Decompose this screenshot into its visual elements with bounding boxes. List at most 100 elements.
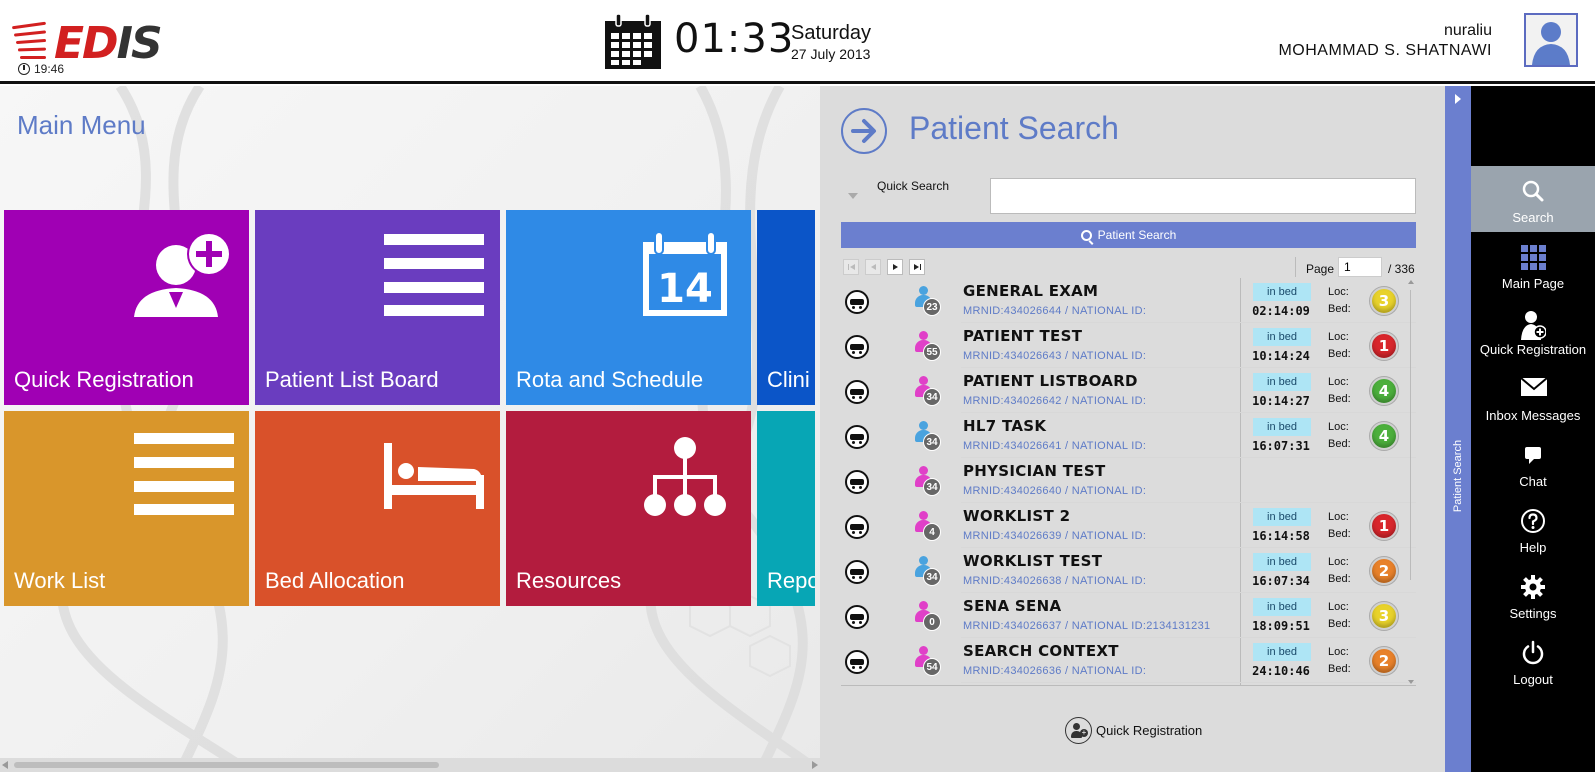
scroll-left-arrow-icon[interactable] — [2, 761, 8, 769]
main-menu-area: Main Menu Quick Registration Patient Lis… — [0, 86, 820, 772]
logo-text: EDIS — [54, 18, 163, 69]
patient-name[interactable]: SENA SENA — [963, 597, 1061, 615]
header-day: Saturday — [791, 22, 872, 44]
status-badge: in bed — [1253, 643, 1311, 661]
nav-help[interactable]: Help — [1471, 496, 1595, 562]
patient-row[interactable]: 55 PATIENT TEST MRNID:434026643 / NATIONAL… — [841, 323, 1416, 368]
patient-name[interactable]: PHYSICIAN TEST — [963, 462, 1105, 480]
row-divider — [1240, 368, 1241, 413]
age-badge: 0 — [923, 613, 941, 631]
ambulance-icon — [845, 335, 869, 359]
arrow-right-circle-icon[interactable] — [841, 108, 887, 154]
tile-quick-registration[interactable]: Quick Registration — [4, 210, 249, 405]
tile-reports[interactable]: Repo — [757, 411, 815, 606]
patient-search-panel: Patient Search Quick Search Patient Sear… — [820, 86, 1445, 772]
bed-label: Bed: — [1328, 618, 1351, 630]
patient-search-side-tab[interactable]: Patient Search — [1445, 86, 1471, 772]
patient-ids: MRNID:434026640 / NATIONAL ID: — [963, 485, 1147, 497]
next-page-button[interactable] — [887, 259, 903, 275]
patient-name[interactable]: GENERAL EXAM — [963, 282, 1098, 300]
patient-row[interactable]: 23 GENERAL EXAM MRNID:434026644 / NATIONAL… — [841, 278, 1416, 323]
bed-label: Bed: — [1328, 393, 1351, 405]
nav-quick-registration[interactable]: Quick Registration — [1471, 298, 1595, 364]
tile-bed-allocation[interactable]: Bed Allocation — [255, 411, 500, 606]
session-timer: 19:46 — [18, 62, 64, 76]
location-label: Loc: — [1328, 421, 1349, 433]
age-badge: 54 — [923, 658, 941, 676]
age-badge: 55 — [923, 343, 941, 361]
female-patient-icon: 55 — [915, 331, 941, 361]
location-label: Loc: — [1328, 286, 1349, 298]
scroll-down-arrow-icon[interactable] — [1408, 680, 1414, 684]
chevron-down-icon[interactable] — [848, 193, 858, 199]
nav-label: Search — [1512, 210, 1554, 225]
tile-work-list[interactable]: Work List — [4, 411, 249, 606]
user-silhouette-icon — [1526, 15, 1576, 65]
page-number-input[interactable] — [1338, 257, 1382, 277]
acuity-level-badge: 4 — [1370, 422, 1398, 450]
quick-search-label: Quick Search — [877, 179, 950, 193]
nav-label: Logout — [1513, 672, 1553, 687]
scroll-right-arrow-icon[interactable] — [812, 761, 818, 769]
nav-label: Quick Registration — [1479, 342, 1587, 357]
tile-resources[interactable]: Resources — [506, 411, 751, 606]
panel-title: Patient Search — [909, 110, 1119, 146]
scroll-up-arrow-icon[interactable] — [1408, 280, 1414, 284]
stopwatch-icon — [18, 63, 30, 75]
avatar[interactable] — [1524, 13, 1578, 67]
patient-row[interactable]: AHMET KAMILEin bedLoc: — [841, 683, 1416, 685]
patient-name[interactable]: WORKLIST TEST — [963, 552, 1102, 570]
right-sidebar: Search Main Page Quick Registration Inbox M… — [1471, 86, 1595, 772]
hierarchy-icon — [644, 437, 726, 516]
quick-registration-link[interactable]: + Quick Registration — [1065, 717, 1202, 744]
elapsed-time: 24:10:46 — [1252, 664, 1310, 678]
nav-inbox-messages[interactable]: Inbox Messages — [1471, 364, 1595, 430]
status-badge: in bed — [1253, 373, 1311, 391]
patient-row[interactable]: 34 PATIENT LISTBOARD MRNID:434026642 / NAT… — [841, 368, 1416, 413]
prev-page-button[interactable] — [865, 259, 881, 275]
acuity-level-badge: 2 — [1370, 557, 1398, 585]
ambulance-icon — [845, 605, 869, 629]
patient-name[interactable]: PATIENT TEST — [963, 327, 1082, 345]
scroll-track[interactable] — [1410, 290, 1411, 580]
quick-search-input[interactable] — [990, 178, 1416, 214]
nav-main-page[interactable]: Main Page — [1471, 232, 1595, 298]
nav-search[interactable]: Search — [1471, 166, 1595, 232]
nav-logout[interactable]: Logout — [1471, 628, 1595, 694]
list-icon — [384, 234, 484, 316]
acuity-level-badge: 2 — [1370, 647, 1398, 675]
patient-row[interactable]: 34 PHYSICIAN TEST MRNID:434026640 / NATION… — [841, 458, 1416, 503]
patient-name[interactable]: WORKLIST 2 — [963, 507, 1070, 525]
collapse-arrow-icon[interactable] — [1455, 94, 1461, 104]
scroll-thumb[interactable] — [14, 762, 439, 768]
status-badge: in bed — [1253, 508, 1311, 526]
elapsed-time: 10:14:27 — [1252, 394, 1310, 408]
row-divider — [1240, 458, 1241, 503]
ambulance-icon — [845, 290, 869, 314]
patient-row[interactable]: 34 WORKLIST TEST MRNID:434026638 / NATIONA… — [841, 548, 1416, 593]
patient-row[interactable]: 54 SEARCH CONTEXT MRNID:434026636 / NATION… — [841, 638, 1416, 683]
vertical-scrollbar[interactable] — [1407, 280, 1415, 686]
tile-patient-list-board[interactable]: Patient List Board — [255, 210, 500, 405]
patient-row[interactable]: 4 WORKLIST 2 MRNID:434026639 / NATIONAL ID… — [841, 503, 1416, 548]
bed-label: Bed: — [1328, 348, 1351, 360]
horizontal-scrollbar[interactable] — [0, 758, 820, 772]
username: nuraliu — [1443, 22, 1492, 39]
tile-rota-and-schedule[interactable]: 14 Rota and Schedule — [506, 210, 751, 405]
patient-name[interactable]: HL7 TASK — [963, 417, 1046, 435]
last-page-button[interactable] — [909, 259, 925, 275]
elapsed-time: 16:07:31 — [1252, 439, 1310, 453]
nav-chat[interactable]: Chat — [1471, 430, 1595, 496]
patient-row[interactable]: 0 SENA SENA MRNID:434026637 / NATIONAL ID:… — [841, 593, 1416, 638]
tile-label: Rota and Schedule — [516, 367, 704, 392]
patient-name[interactable]: SEARCH CONTEXT — [963, 642, 1119, 660]
elapsed-time: 16:07:34 — [1252, 574, 1310, 588]
age-badge: 34 — [923, 478, 941, 496]
first-page-button[interactable] — [843, 259, 859, 275]
patient-search-button[interactable]: Patient Search — [841, 222, 1416, 248]
patient-name[interactable]: PATIENT LISTBOARD — [963, 372, 1138, 390]
nav-settings[interactable]: Settings — [1471, 562, 1595, 628]
tile-clinic[interactable]: Clini — [757, 210, 815, 405]
patient-row[interactable]: 34 HL7 TASK MRNID:434026641 / NATIONAL ID:… — [841, 413, 1416, 458]
patient-ids: MRNID:434026641 / NATIONAL ID: — [963, 440, 1147, 452]
